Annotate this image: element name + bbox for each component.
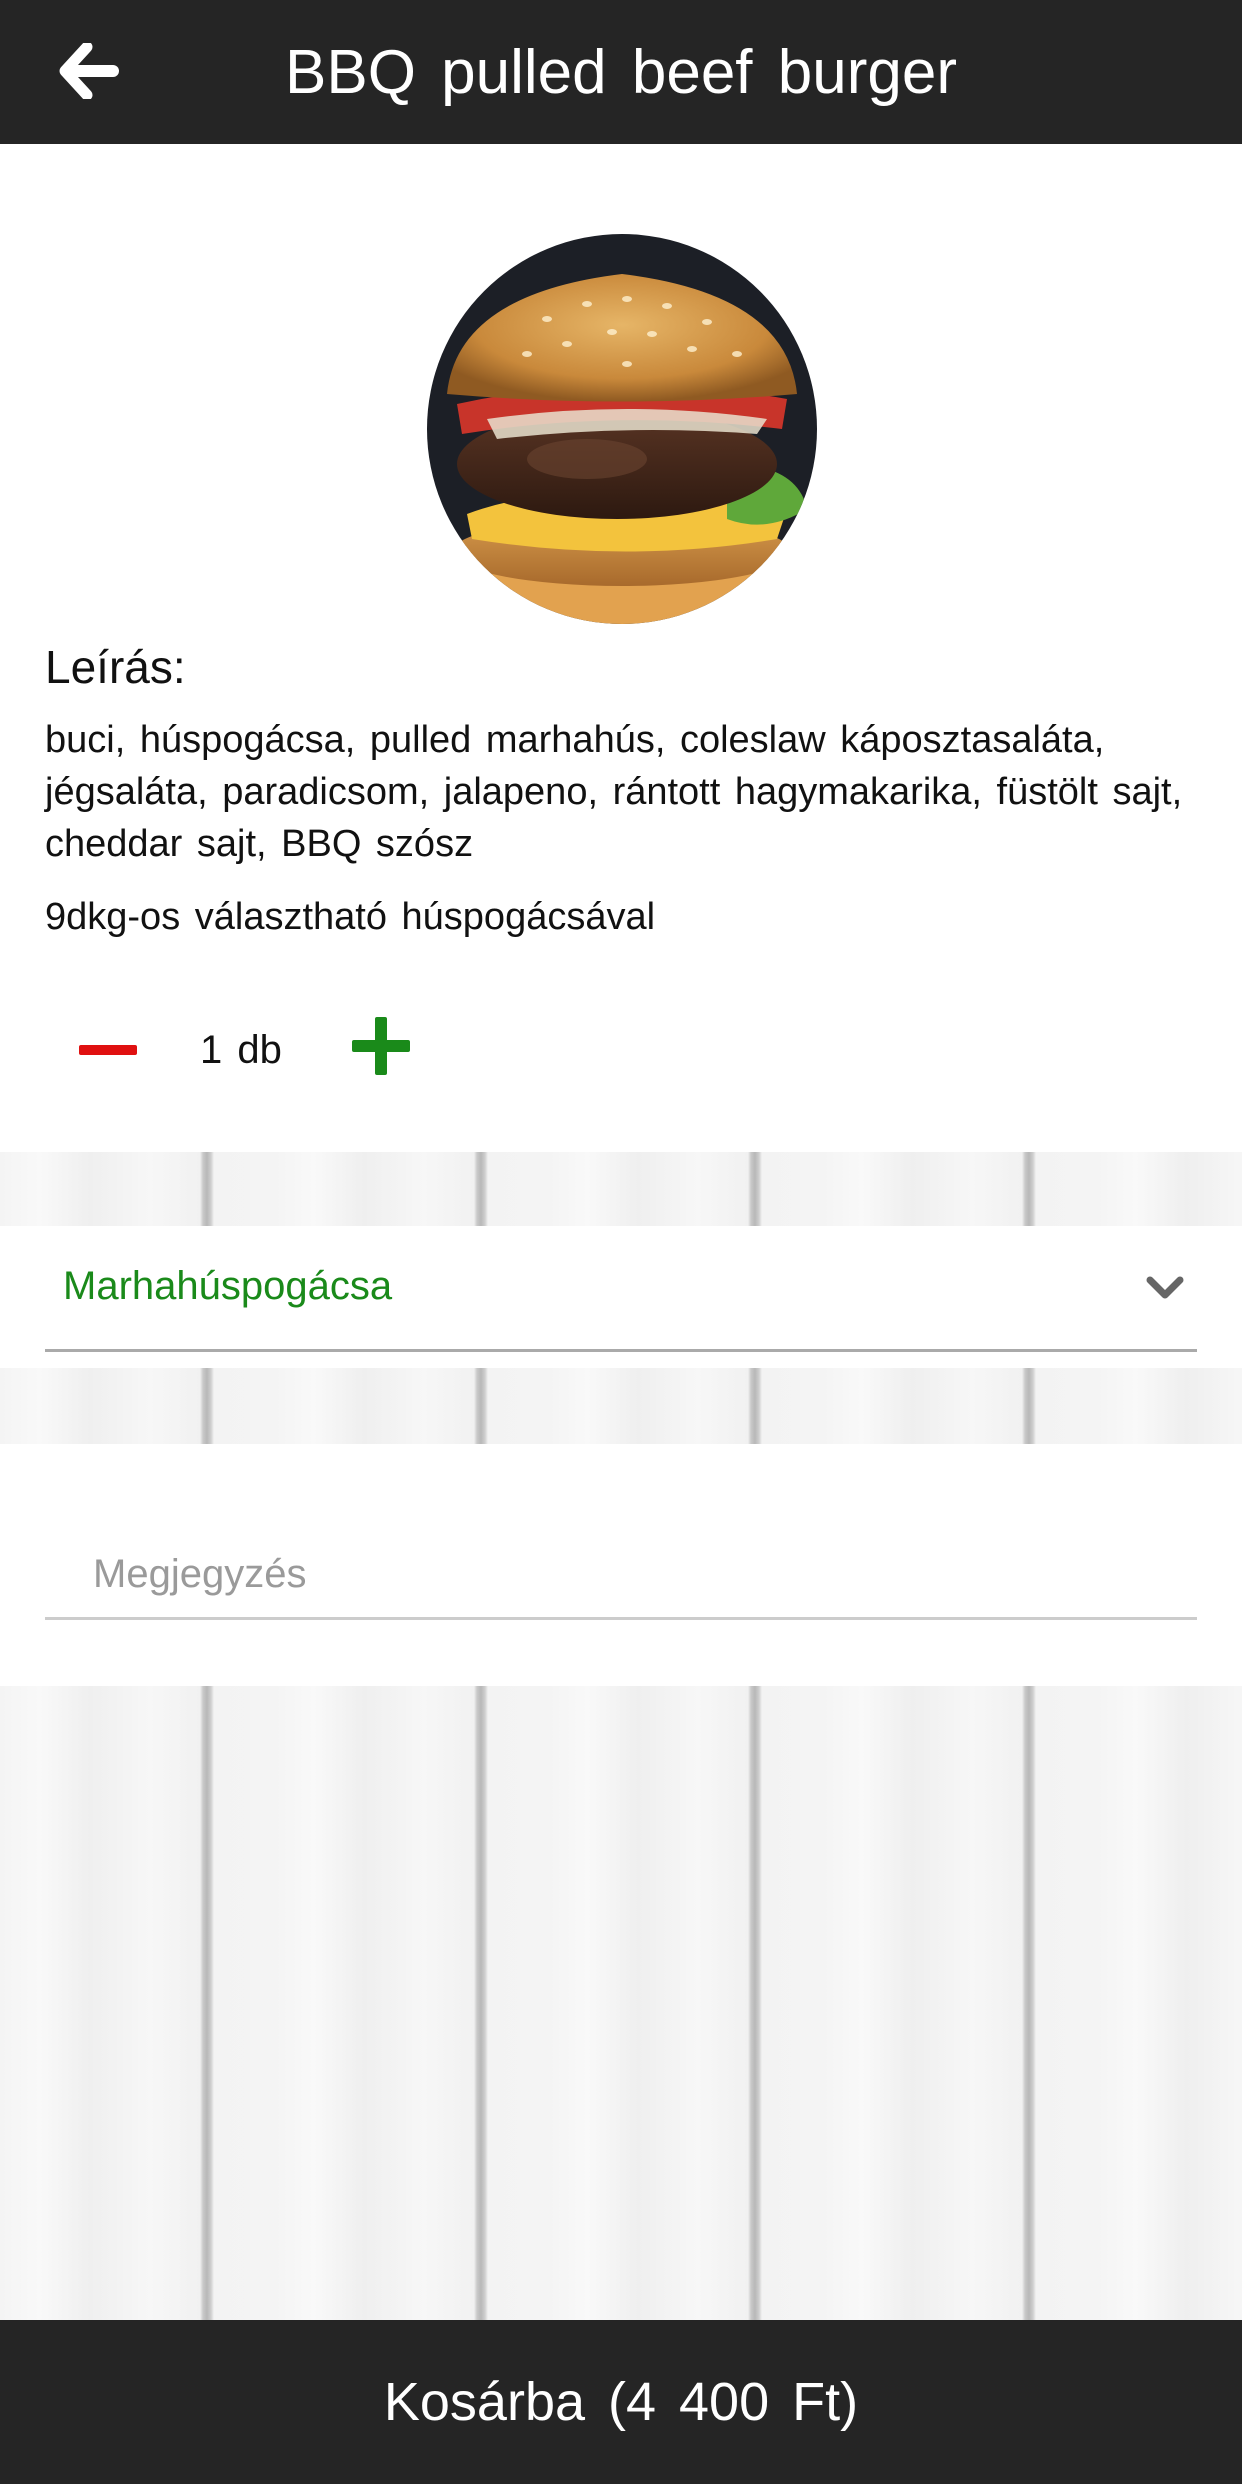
product-note: 9dkg-os választható húspogácsával [45,896,656,938]
option-panel: Marhahúspogácsa [0,1226,1242,1368]
note-input[interactable] [45,1532,1197,1620]
selected-option: Marhahúspogácsa [63,1264,393,1308]
product-image [427,234,817,624]
decrease-quantity-button[interactable] [72,1014,144,1086]
patty-select[interactable]: Marhahúspogácsa [45,1226,1197,1352]
arrow-left-icon [59,43,119,99]
add-to-cart-button[interactable]: Kosárba (4 400 Ft) [0,2320,1242,2484]
minus-icon [79,1045,137,1055]
page-title: BBQ pulled beef burger [285,37,957,107]
increase-quantity-button[interactable] [344,1010,416,1082]
back-button[interactable] [46,30,132,112]
chevron-down-icon [1143,1266,1187,1310]
quantity-value: 1 db [200,1028,282,1072]
top-bar: BBQ pulled beef burger [0,0,1242,144]
product-card: Leírás: buci, húspogácsa, pulled marhahú… [0,144,1242,1152]
description-heading: Leírás: [45,641,186,693]
product-description: buci, húspogácsa, pulled marhahús, coles… [45,719,1183,865]
note-panel [0,1444,1242,1686]
